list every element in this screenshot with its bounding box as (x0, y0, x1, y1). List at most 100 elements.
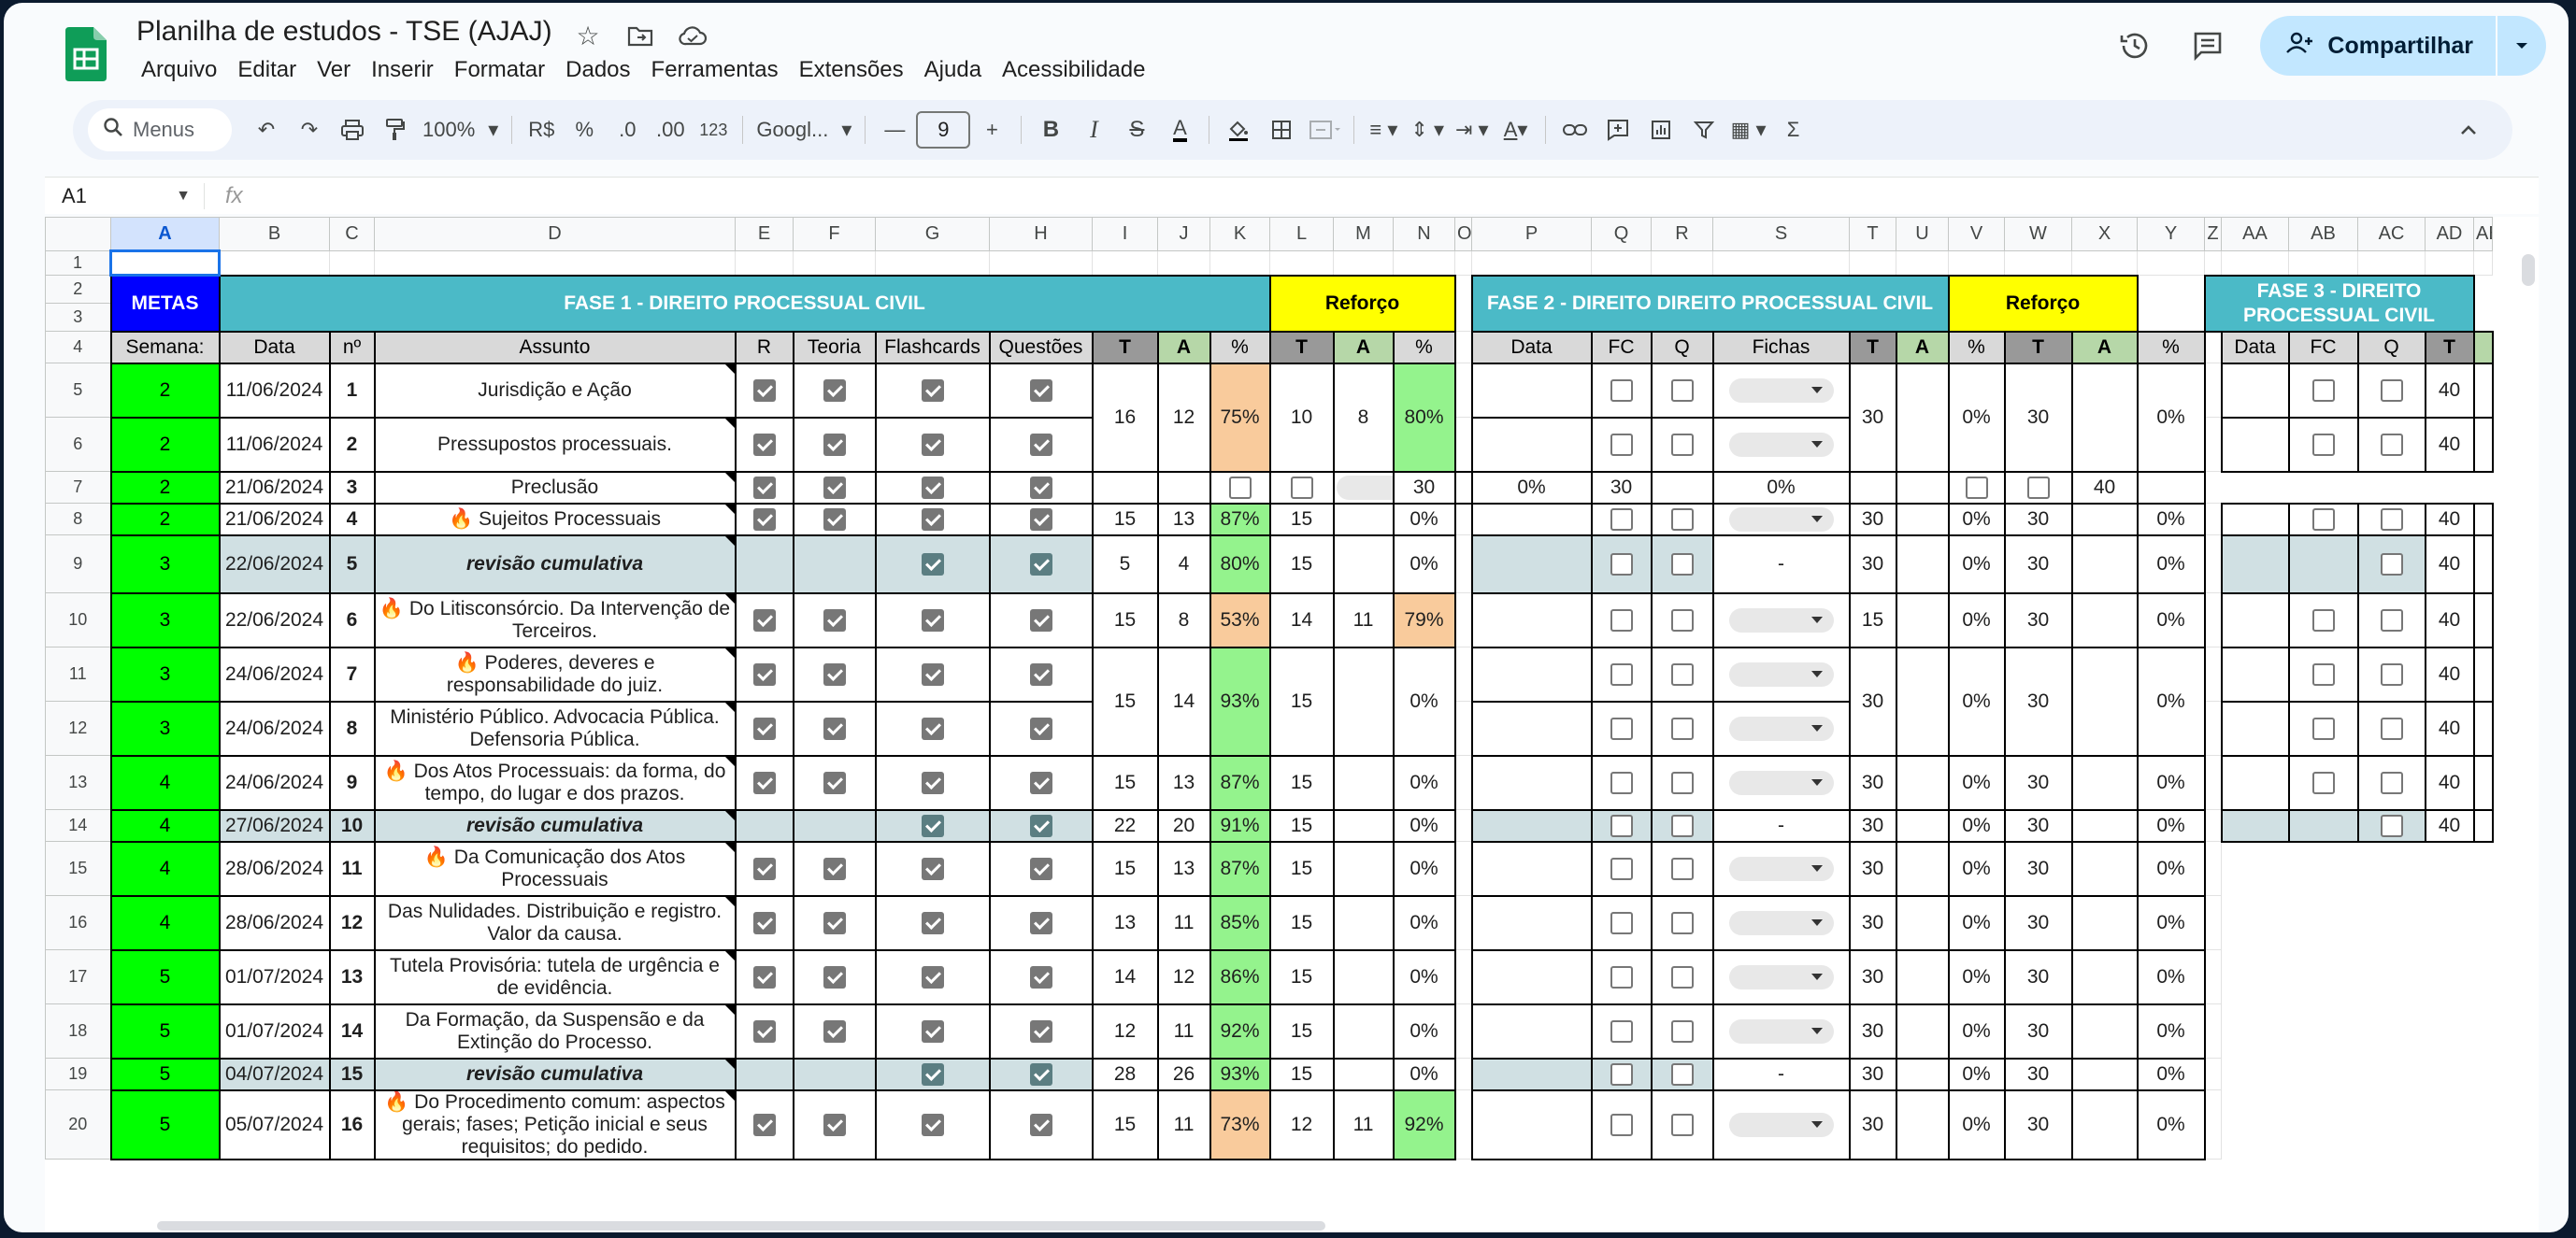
r-checkbox-cell[interactable] (734, 362, 794, 419)
checkbox[interactable] (1029, 1020, 1052, 1044)
header-assunto[interactable]: Assunto (373, 330, 737, 364)
checkbox[interactable] (2380, 553, 2403, 576)
row-header[interactable]: 9 (45, 534, 111, 593)
f1-acertos-cell[interactable]: 12 (1156, 362, 1211, 473)
reforco-percent-cell[interactable]: 0% (1392, 502, 1456, 536)
checkbox[interactable] (921, 966, 944, 989)
semana-cell[interactable]: 2 (109, 362, 221, 419)
teoria-checkbox-cell[interactable] (792, 1057, 877, 1091)
f2-reforco-percent-cell[interactable]: 0% (2136, 1089, 2206, 1160)
f2-reforco-acertos-cell[interactable] (2070, 502, 2139, 536)
assunto-cell[interactable]: Jurisdição e Ação (373, 362, 737, 419)
menu-editar[interactable]: Editar (227, 53, 307, 87)
cell[interactable] (1454, 503, 1472, 535)
checkbox[interactable] (1670, 663, 1694, 687)
horizontal-align-icon[interactable]: ≡ ▾ (1362, 108, 1405, 151)
f3-q-checkbox-cell[interactable] (2356, 502, 2426, 536)
f2-data-cell[interactable] (1470, 416, 1593, 473)
functions-icon[interactable]: Σ (1772, 108, 1815, 151)
f2-fc-checkbox-cell[interactable] (1209, 470, 1271, 505)
teoria-checkbox-cell[interactable] (792, 754, 877, 811)
paint-format-icon[interactable] (374, 108, 417, 151)
f2-fc-checkbox-cell[interactable] (1590, 894, 1653, 951)
f2-reforco-percent-cell[interactable]: 0% (2136, 534, 2206, 594)
f2-fc-checkbox-cell[interactable] (1590, 700, 1653, 757)
row-header[interactable]: 20 (45, 1089, 111, 1160)
undo-icon[interactable]: ↶ (245, 108, 288, 151)
f3-data-cell[interactable] (2220, 416, 2290, 473)
f1-acertos-cell[interactable]: 11 (1156, 1003, 1211, 1060)
f2-fc-checkbox-cell[interactable] (1590, 646, 1653, 703)
f3-total-cell[interactable]: 40 (2424, 362, 2475, 419)
checkbox[interactable] (921, 772, 944, 795)
reforco-total-cell[interactable]: 15 (1268, 840, 1335, 897)
assunto-cell[interactable]: Das Nulidades. Distribuição e registro. … (373, 894, 737, 951)
f2-reforco-percent-cell[interactable]: 0% (2136, 1003, 2206, 1060)
f3-data-cell[interactable] (2220, 700, 2290, 757)
f2-reforco-percent-cell[interactable]: 0% (1711, 470, 1851, 505)
cell[interactable] (2204, 949, 2222, 1004)
column-header-U[interactable]: U (1896, 217, 1949, 251)
checkbox[interactable] (1610, 1114, 1633, 1137)
checkbox[interactable] (1670, 772, 1694, 795)
f1-percent-cell[interactable]: 85% (1209, 894, 1271, 951)
f2-acertos-cell[interactable] (1895, 534, 1950, 594)
column-header-AA[interactable]: AA (2221, 217, 2289, 251)
header-pct[interactable]: % (1209, 330, 1271, 364)
f3-data-cell[interactable] (2220, 534, 2290, 594)
f2-fc-checkbox-cell[interactable] (1590, 808, 1653, 843)
text-wrap-icon[interactable]: ⇥ ▾ (1450, 108, 1495, 151)
teoria-checkbox-cell[interactable] (792, 416, 877, 473)
cell[interactable] (2222, 896, 2289, 950)
data-cell[interactable]: 04/07/2024 (218, 1057, 331, 1091)
f2-fichas-cell[interactable] (1332, 470, 1395, 505)
borders-icon[interactable] (1260, 108, 1303, 151)
checkbox[interactable] (1670, 1020, 1694, 1044)
checkbox[interactable] (921, 434, 944, 457)
f3-fc-checkbox-cell[interactable] (2287, 362, 2359, 419)
column-header-F[interactable]: F (793, 217, 876, 251)
header-f2-a[interactable]: A (2070, 330, 2139, 364)
f2-reforco-acertos-cell[interactable] (2070, 754, 2139, 811)
f2-total-cell[interactable]: 30 (1848, 1089, 1897, 1160)
header-t[interactable]: T (1268, 330, 1335, 364)
fichas-dropdown[interactable] (1728, 662, 1834, 687)
cell[interactable] (2204, 503, 2222, 535)
numero-cell[interactable]: 12 (328, 894, 376, 951)
f2-fc-checkbox-cell[interactable] (1590, 534, 1653, 594)
column-header-K[interactable]: K (1209, 217, 1270, 251)
f2-acertos-cell[interactable] (1895, 948, 1950, 1005)
f2-q-checkbox-cell[interactable] (1650, 1057, 1714, 1091)
r-checkbox-cell[interactable] (734, 591, 794, 648)
checkbox[interactable] (1029, 553, 1052, 576)
row-header[interactable]: 2 (45, 275, 111, 304)
assunto-cell[interactable]: 🔥 Dos Atos Processuais: da forma, do tem… (373, 754, 737, 811)
f2-total-cell[interactable]: 30 (1848, 840, 1897, 897)
f1-total-cell[interactable]: 15 (1091, 840, 1159, 897)
questoes-checkbox-cell[interactable] (988, 416, 1094, 473)
f2-reforco-percent-cell[interactable]: 0% (2136, 808, 2206, 843)
f2-data-cell[interactable] (1470, 502, 1593, 536)
f2-percent-cell[interactable]: 0% (1947, 808, 2006, 843)
insert-chart-icon[interactable] (1639, 108, 1682, 151)
checkbox[interactable] (2380, 434, 2403, 457)
checkbox[interactable] (1610, 912, 1633, 935)
checkbox[interactable] (823, 379, 846, 403)
flashcards-checkbox-cell[interactable] (874, 534, 991, 594)
cell[interactable] (2358, 950, 2426, 1004)
checkbox[interactable] (1610, 718, 1633, 741)
checkbox[interactable] (921, 379, 944, 403)
f2-total-cell[interactable]: 30 (1392, 470, 1456, 505)
row-header[interactable]: 1 (45, 250, 111, 276)
data-cell[interactable]: 28/06/2024 (218, 894, 331, 951)
cell[interactable] (1454, 331, 1472, 363)
f3-total-cell[interactable]: 40 (2424, 754, 2475, 811)
cell[interactable] (1454, 949, 1472, 1004)
reforco-total-cell[interactable]: 12 (1268, 1089, 1335, 1160)
f1-total-cell[interactable]: 12 (1091, 1003, 1159, 1060)
horizontal-scrollbar[interactable] (157, 1221, 1325, 1231)
f2-reforco-percent-cell[interactable]: 0% (2136, 1057, 2206, 1091)
f2-reforco-total-cell[interactable]: 30 (2003, 502, 2073, 536)
f2-reforco-acertos-cell[interactable] (2070, 591, 2139, 648)
f2-q-checkbox-cell[interactable] (1650, 700, 1714, 757)
